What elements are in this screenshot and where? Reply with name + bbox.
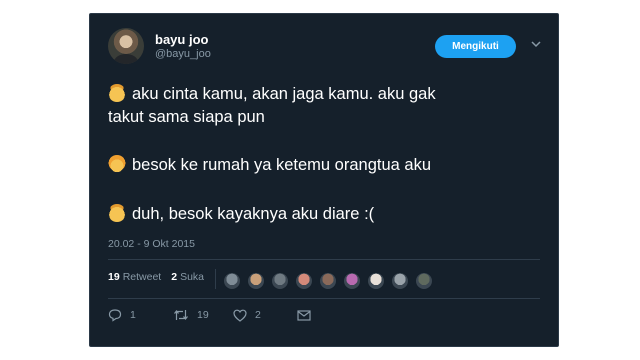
tweet-card: bayu joo @bayu_joo Mengikuti aku cinta k… xyxy=(89,13,559,347)
like-button[interactable]: 2 xyxy=(233,309,297,322)
chevron-down-icon[interactable] xyxy=(530,38,542,50)
tweet-actions: 1 19 2 xyxy=(108,308,319,322)
liker-avatar[interactable] xyxy=(295,272,313,290)
divider xyxy=(108,298,540,299)
boy-emoji-icon xyxy=(108,84,126,102)
boy-emoji-icon xyxy=(108,204,126,222)
liker-avatar[interactable] xyxy=(415,272,433,290)
girl-emoji-icon xyxy=(108,155,126,173)
tweet-timestamp[interactable]: 20.02 - 9 Okt 2015 xyxy=(108,238,195,250)
retweet-stat[interactable]: 19 Retweet xyxy=(108,271,161,283)
likers-avatars xyxy=(223,272,439,290)
user-name[interactable]: bayu joo xyxy=(155,32,208,47)
retweet-icon xyxy=(174,310,188,320)
avatar[interactable] xyxy=(108,28,144,64)
retweet-button[interactable]: 19 xyxy=(173,308,233,322)
liker-avatar[interactable] xyxy=(343,272,361,290)
reply-icon xyxy=(108,309,122,322)
tweet-line: aku cinta kamu, akan jaga kamu. aku gak xyxy=(108,83,436,105)
tweet-line: duh, besok kayaknya aku diare :( xyxy=(108,203,374,225)
user-handle[interactable]: @bayu_joo xyxy=(155,48,211,60)
envelope-icon xyxy=(297,309,311,321)
liker-avatar[interactable] xyxy=(247,272,265,290)
liker-avatar[interactable] xyxy=(391,272,409,290)
like-stat[interactable]: 2 Suka xyxy=(171,271,204,283)
divider xyxy=(108,259,540,260)
heart-icon xyxy=(233,309,247,322)
liker-avatar[interactable] xyxy=(367,272,385,290)
following-button[interactable]: Mengikuti xyxy=(435,35,516,58)
tweet-line: takut sama siapa pun xyxy=(108,108,265,126)
divider xyxy=(215,269,216,289)
message-button[interactable] xyxy=(297,309,319,321)
liker-avatar[interactable] xyxy=(223,272,241,290)
tweet-line: besok ke rumah ya ketemu orangtua aku xyxy=(108,154,431,176)
tweet-stats: 19 Retweet 2 Suka xyxy=(108,271,214,283)
liker-avatar[interactable] xyxy=(319,272,337,290)
reply-button[interactable]: 1 xyxy=(108,308,173,322)
liker-avatar[interactable] xyxy=(271,272,289,290)
